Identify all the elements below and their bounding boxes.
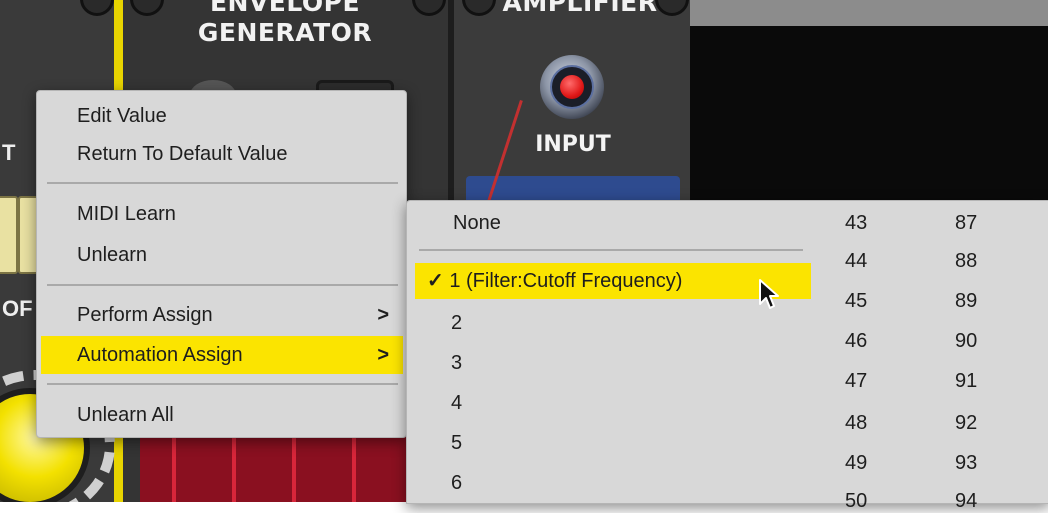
- checkmark-icon: ✓: [427, 270, 444, 292]
- submenu-item-88[interactable]: 88: [955, 249, 977, 273]
- amplifier-title: AMPLIFIER: [502, 0, 658, 17]
- menu-item-label: Unlearn All: [77, 404, 174, 426]
- menu-item-label: Return To Default Value: [77, 143, 288, 165]
- submenu-item-label: 1 (Filter:Cutoff Frequency): [449, 270, 683, 292]
- chevron-right-icon: >: [377, 304, 389, 326]
- submenu-item-47[interactable]: 47: [845, 369, 867, 393]
- menu-separator: [47, 284, 398, 286]
- envelope-title-line1: ENVELOPE: [209, 0, 361, 17]
- submenu-item-3[interactable]: 3: [451, 345, 462, 381]
- submenu-item-45[interactable]: 45: [845, 289, 867, 313]
- red-step-line: [172, 436, 176, 502]
- submenu-item-49[interactable]: 49: [845, 451, 867, 475]
- menu-item-midi-learn[interactable]: MIDI Learn: [41, 195, 403, 233]
- menu-item-label: Unlearn: [77, 244, 148, 266]
- submenu-item-93[interactable]: 93: [955, 451, 977, 475]
- input-jack-ring: [550, 65, 594, 109]
- submenu-item-2[interactable]: 2: [451, 305, 462, 341]
- partial-left-label: OF: [2, 296, 33, 321]
- partial-left-label: T: [2, 140, 16, 165]
- menu-item-automation-assign[interactable]: Automation Assign >: [41, 336, 403, 374]
- input-jack-core: [560, 75, 584, 99]
- submenu-item-43[interactable]: 43: [845, 211, 867, 235]
- red-sequencer-strip: [140, 436, 406, 502]
- menu-separator: [47, 383, 398, 385]
- submenu-item-48[interactable]: 48: [845, 411, 867, 435]
- menu-item-return-to-default[interactable]: Return To Default Value: [41, 135, 403, 173]
- submenu-item-90[interactable]: 90: [955, 329, 977, 353]
- submenu-item-94[interactable]: 94: [955, 489, 977, 513]
- menu-item-label: Perform Assign: [77, 304, 213, 326]
- submenu-item-50[interactable]: 50: [845, 489, 867, 513]
- submenu-item-87[interactable]: 87: [955, 211, 977, 235]
- submenu-item-92[interactable]: 92: [955, 411, 977, 435]
- menu-item-label: MIDI Learn: [77, 203, 176, 225]
- parameter-context-menu: Edit Value Return To Default Value MIDI …: [36, 90, 407, 438]
- submenu-separator: [419, 249, 803, 251]
- menu-item-label: Automation Assign: [77, 344, 243, 366]
- submenu-item-6[interactable]: 6: [451, 465, 462, 501]
- button-pad[interactable]: [0, 196, 18, 274]
- submenu-item-4[interactable]: 4: [451, 385, 462, 421]
- submenu-item-44[interactable]: 44: [845, 249, 867, 273]
- menu-item-perform-assign[interactable]: Perform Assign >: [41, 296, 403, 334]
- menu-separator: [47, 182, 398, 184]
- input-jack[interactable]: [540, 55, 604, 119]
- chevron-right-icon: >: [377, 344, 389, 366]
- mouse-cursor-icon: [759, 279, 779, 309]
- submenu-item-91[interactable]: 91: [955, 369, 977, 393]
- submenu-item-none[interactable]: None: [453, 205, 501, 241]
- submenu-item-89[interactable]: 89: [955, 289, 977, 313]
- envelope-title-line2: GENERATOR: [197, 18, 373, 47]
- input-label: INPUT: [535, 132, 611, 157]
- menu-item-label: Edit Value: [77, 105, 167, 127]
- menu-item-unlearn-all[interactable]: Unlearn All: [41, 396, 403, 434]
- dark-display-area: [690, 26, 1048, 206]
- submenu-item-5[interactable]: 5: [451, 425, 462, 461]
- red-step-line: [292, 436, 296, 502]
- top-grey-strip: [690, 0, 1048, 26]
- submenu-item-46[interactable]: 46: [845, 329, 867, 353]
- red-step-line: [352, 436, 356, 502]
- submenu-item-selected[interactable]: ✓ 1 (Filter:Cutoff Frequency): [415, 263, 811, 299]
- menu-item-edit-value[interactable]: Edit Value: [41, 97, 403, 135]
- menu-item-unlearn[interactable]: Unlearn: [41, 236, 403, 274]
- red-step-line: [232, 436, 236, 502]
- automation-assign-submenu: None ✓ 1 (Filter:Cutoff Frequency) 2 3 4…: [406, 200, 1048, 512]
